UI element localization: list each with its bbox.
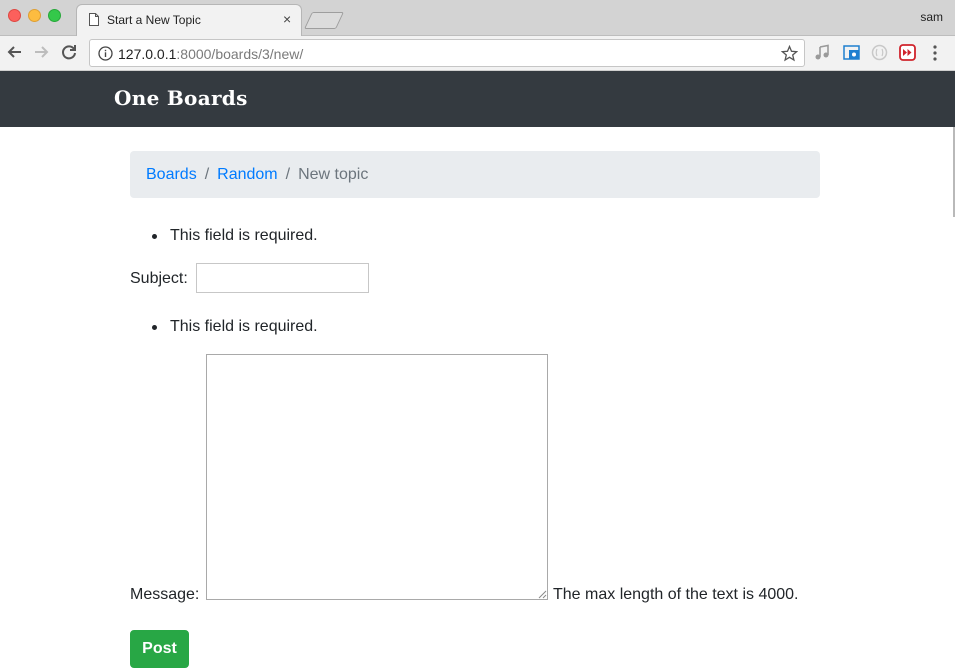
breadcrumb-boards-link[interactable]: Boards <box>146 166 197 183</box>
screenshot-extension-icon[interactable] <box>843 44 860 61</box>
profile-name[interactable]: sam <box>920 10 943 24</box>
message-label: Message: <box>130 586 200 603</box>
browser-tab-bar: Start a New Topic × sam <box>0 0 955 37</box>
url-text[interactable]: 127.0.0.1:8000/boards/3/new/ <box>118 46 303 62</box>
browser-menu-icon[interactable] <box>929 44 941 62</box>
breadcrumb: Boards / Random / New topic <box>130 151 820 198</box>
window-close-button[interactable] <box>8 9 21 22</box>
new-tab-button[interactable] <box>304 12 344 29</box>
message-error-list: This field is required. <box>130 318 318 336</box>
subject-error-list: This field is required. <box>130 227 318 245</box>
music-extension-icon[interactable] <box>814 44 831 61</box>
subject-label: Subject: <box>130 270 188 287</box>
document-icon <box>89 13 99 26</box>
post-button[interactable]: Post <box>130 630 189 668</box>
reload-icon[interactable] <box>59 42 79 62</box>
browser-tab-active[interactable]: Start a New Topic × <box>76 4 302 37</box>
url-path: :8000/boards/3/new/ <box>176 46 304 62</box>
tab-title: Start a New Topic <box>107 13 201 27</box>
address-bar[interactable]: 127.0.0.1:8000/boards/3/new/ <box>89 39 805 67</box>
tab-close-icon[interactable]: × <box>283 12 291 26</box>
breadcrumb-current: New topic <box>298 166 369 183</box>
fast-forward-extension-icon[interactable] <box>899 44 916 61</box>
url-host: 127.0.0.1 <box>118 46 177 62</box>
message-error-message: This field is required. <box>130 318 318 336</box>
breadcrumb-separator: / <box>204 166 210 183</box>
site-navbar: One Boards <box>0 71 955 127</box>
browser-toolbar: 127.0.0.1:8000/boards/3/new/ <box>0 36 955 71</box>
forward-arrow-icon[interactable] <box>31 42 51 62</box>
extension-circle-icon[interactable] <box>871 44 888 61</box>
site-brand-link[interactable]: One Boards <box>114 86 248 110</box>
bookmark-star-icon[interactable] <box>781 45 798 62</box>
resize-handle-icon[interactable] <box>537 589 547 599</box>
subject-error-message: This field is required. <box>130 227 318 245</box>
message-help-text: The max length of the text is 4000. <box>553 586 799 603</box>
back-arrow-icon[interactable] <box>5 42 25 62</box>
subject-input[interactable] <box>196 263 369 293</box>
window-minimize-button[interactable] <box>28 9 41 22</box>
window-maximize-button[interactable] <box>48 9 61 22</box>
message-textarea[interactable] <box>206 354 548 600</box>
breadcrumb-board-link[interactable]: Random <box>217 166 277 183</box>
breadcrumb-separator: / <box>285 166 291 183</box>
info-icon[interactable] <box>98 46 113 61</box>
